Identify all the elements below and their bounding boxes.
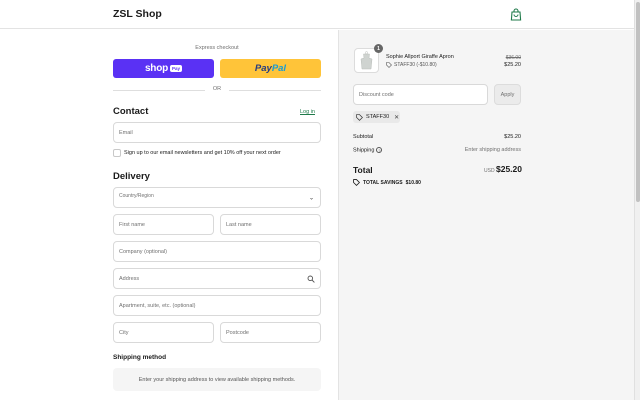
newsletter-checkbox[interactable] <box>113 149 121 157</box>
company-placeholder: Company (optional) <box>119 248 167 255</box>
tag-icon <box>356 113 363 121</box>
shop-pay-badge: Pay <box>170 65 183 72</box>
header: ZSL Shop <box>0 0 634 29</box>
newsletter-label: Sign up to our email newsletters and get… <box>124 150 281 156</box>
shipping-label-row: Shipping? <box>353 147 383 154</box>
country-select[interactable]: Country/Region ⌄ <box>113 187 321 208</box>
total-savings: TOTAL SAVINGS $10.80 <box>353 179 421 186</box>
or-divider: OR <box>113 86 321 94</box>
paypal-logo-part2: Pal <box>271 63 287 74</box>
first-name-placeholder: First name <box>119 221 145 228</box>
apartment-field[interactable]: Apartment, suite, etc. (optional) <box>113 295 321 316</box>
shop-pay-text: shop <box>144 63 169 74</box>
subtotal-label: Subtotal <box>353 134 374 140</box>
or-text: OR <box>212 86 222 92</box>
apply-button[interactable]: Apply <box>494 84 521 105</box>
shipping-label: Shipping <box>353 147 375 154</box>
address-placeholder: Address <box>119 275 140 282</box>
savings-value: $10.80 <box>405 179 421 186</box>
total-currency: USD <box>484 168 495 174</box>
remove-discount-icon[interactable]: ✕ <box>394 114 399 121</box>
discount-code-placeholder: Discount code <box>359 91 394 98</box>
shipping-method-notice: Enter your shipping address to view avai… <box>113 368 321 391</box>
help-icon[interactable]: ? <box>376 147 383 153</box>
paypal-button[interactable]: Pay Pal <box>220 59 321 78</box>
search-icon <box>307 275 315 283</box>
shopping-bag-icon[interactable] <box>510 8 522 21</box>
last-name-placeholder: Last name <box>226 221 252 228</box>
login-link[interactable]: Log in <box>300 109 315 115</box>
address-field[interactable]: Address <box>113 268 321 289</box>
subtotal-value: $25.20 <box>504 134 521 140</box>
last-name-field[interactable]: Last name <box>220 214 321 235</box>
discount-code-input[interactable]: Discount code <box>353 84 488 105</box>
city-field[interactable]: City <box>113 322 214 343</box>
shop-name[interactable]: ZSL Shop <box>113 8 162 20</box>
shop-pay-button[interactable]: shop Pay <box>113 59 214 78</box>
product-name: Sophie Allport Giraffe Apron <box>386 54 454 60</box>
savings-label: TOTAL SAVINGS <box>363 179 403 186</box>
chevron-down-icon: ⌄ <box>308 195 314 201</box>
divider-line <box>229 90 321 91</box>
applied-code: STAFF30 <box>366 114 390 120</box>
contact-title: Contact <box>113 106 149 117</box>
scrollbar-thumb[interactable] <box>636 2 640 202</box>
divider-line <box>113 90 205 91</box>
product-discount: STAFF30 (-$10.80) <box>386 62 437 68</box>
city-placeholder: City <box>119 329 129 336</box>
tag-icon <box>386 62 392 68</box>
postcode-field[interactable]: Postcode <box>220 322 321 343</box>
email-placeholder: Email <box>119 129 133 136</box>
product-discount-text: STAFF30 (-$10.80) <box>394 62 437 68</box>
paypal-logo-part1: Pay <box>254 63 272 74</box>
express-checkout-label: Express checkout <box>195 45 239 51</box>
delivery-title: Delivery <box>113 171 150 182</box>
shipping-method-title: Shipping method <box>113 354 167 361</box>
shipping-value: Enter shipping address <box>464 147 521 153</box>
original-price: $36.00 <box>505 55 521 61</box>
country-label: Country/Region <box>119 193 154 199</box>
total-label: Total <box>353 165 373 175</box>
first-name-field[interactable]: First name <box>113 214 214 235</box>
tag-icon <box>353 179 360 186</box>
quantity-badge: 1 <box>374 44 383 53</box>
scrollbar[interactable] <box>634 0 640 400</box>
applied-discount-chip: STAFF30 ✕ <box>353 111 400 123</box>
apron-image <box>360 51 373 70</box>
postcode-placeholder: Postcode <box>226 329 249 336</box>
email-field[interactable]: Email <box>113 122 321 143</box>
apartment-placeholder: Apartment, suite, etc. (optional) <box>119 302 196 309</box>
total-value: $25.20 <box>496 164 522 174</box>
company-field[interactable]: Company (optional) <box>113 241 321 262</box>
discounted-price: $25.20 <box>504 62 521 68</box>
